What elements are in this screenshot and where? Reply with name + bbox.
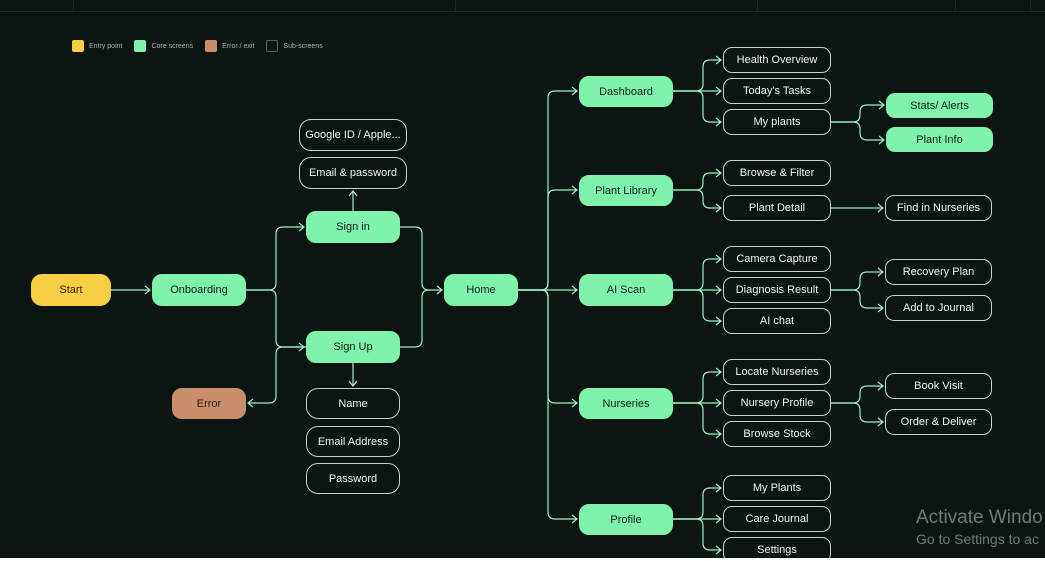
node-google-id[interactable]: Google ID / Apple... bbox=[299, 119, 407, 151]
edge-dashboard-subs bbox=[673, 90, 721, 123]
edge-nurseryprofile-third bbox=[831, 402, 883, 423]
flow-diagram-canvas: Entry point Core screens Error / exit Su… bbox=[0, 0, 1045, 558]
edge-profile-subs bbox=[673, 518, 721, 551]
legend-label: Error / exit bbox=[222, 42, 255, 50]
node-onboarding[interactable]: Onboarding bbox=[152, 274, 246, 306]
edge-signup-error bbox=[248, 346, 306, 404]
edge-diagnosis-third bbox=[831, 271, 883, 291]
node-order-deliver[interactable]: Order & Deliver bbox=[885, 409, 992, 435]
edge-dashboard-subs bbox=[673, 59, 721, 92]
node-sign-up[interactable]: Sign Up bbox=[306, 331, 400, 363]
edge-aiscan-subs bbox=[673, 258, 721, 291]
node-settings[interactable]: Settings bbox=[723, 537, 831, 558]
node-health-overview[interactable]: Health Overview bbox=[723, 47, 831, 73]
node-name[interactable]: Name bbox=[306, 388, 400, 419]
legend-swatch-sub bbox=[266, 40, 279, 52]
node-ai-scan[interactable]: AI Scan bbox=[579, 274, 673, 306]
node-my-plants-profile[interactable]: My Plants bbox=[723, 475, 831, 501]
legend-label: Entry point bbox=[89, 42, 123, 50]
legend-label: Sub-screens bbox=[283, 42, 323, 50]
activation-watermark-line2: Go to Settings to ac bbox=[916, 531, 1039, 547]
legend-item-core-screens: Core screens bbox=[134, 40, 193, 52]
node-profile[interactable]: Profile bbox=[579, 504, 673, 535]
node-email-password[interactable]: Email & password bbox=[299, 157, 407, 189]
node-diagnosis-result[interactable]: Diagnosis Result bbox=[723, 277, 831, 303]
legend-label: Core screens bbox=[151, 42, 194, 50]
edge-onboarding-auth bbox=[246, 226, 304, 291]
node-error[interactable]: Error bbox=[172, 388, 246, 419]
node-email-address[interactable]: Email Address bbox=[306, 426, 400, 457]
node-book-visit[interactable]: Book Visit bbox=[885, 373, 992, 399]
edge-profile-subs bbox=[673, 487, 721, 520]
node-password[interactable]: Password bbox=[306, 463, 400, 494]
edge-nurseryprofile-third bbox=[831, 385, 883, 404]
node-stats-alerts[interactable]: Stats/ Alerts bbox=[886, 93, 993, 118]
edge-library-subs bbox=[673, 172, 721, 191]
edge-home-core bbox=[518, 189, 577, 291]
legend-item-sub-screens: Sub-screens bbox=[266, 40, 323, 52]
edge-myplants-third bbox=[831, 121, 884, 141]
node-care-journal[interactable]: Care Journal bbox=[723, 506, 831, 532]
edge-nurseries-subs bbox=[673, 402, 721, 435]
node-camera-capture[interactable]: Camera Capture bbox=[723, 246, 831, 272]
node-find-in-nurseries[interactable]: Find in Nurseries bbox=[885, 195, 992, 221]
node-browse-filter[interactable]: Browse & Filter bbox=[723, 160, 831, 186]
edge-signin-home bbox=[400, 226, 442, 291]
node-todays-tasks[interactable]: Today's Tasks bbox=[723, 78, 831, 104]
activation-watermark-line1: Activate Windo bbox=[916, 507, 1043, 528]
edge-onboarding-auth bbox=[246, 289, 304, 348]
edge-home-core bbox=[518, 289, 577, 520]
legend: Entry point Core screens Error / exit Su… bbox=[72, 39, 335, 53]
node-nursery-profile[interactable]: Nursery Profile bbox=[723, 390, 831, 416]
node-locate-nurseries[interactable]: Locate Nurseries bbox=[723, 359, 831, 385]
edge-nurseries-subs bbox=[673, 371, 721, 404]
legend-swatch-core bbox=[134, 40, 147, 52]
node-dashboard[interactable]: Dashboard bbox=[579, 76, 673, 107]
node-plant-detail[interactable]: Plant Detail bbox=[723, 195, 831, 221]
node-start[interactable]: Start bbox=[31, 274, 111, 306]
legend-swatch-entry bbox=[72, 40, 84, 52]
edge-myplants-third bbox=[831, 104, 884, 123]
node-add-to-journal[interactable]: Add to Journal bbox=[885, 295, 992, 321]
node-browse-stock[interactable]: Browse Stock bbox=[723, 421, 831, 447]
legend-swatch-error bbox=[205, 40, 218, 52]
node-nurseries[interactable]: Nurseries bbox=[579, 388, 673, 419]
node-plant-info[interactable]: Plant Info bbox=[886, 127, 993, 152]
edge-library-subs bbox=[673, 189, 721, 209]
edge-signup-home bbox=[400, 289, 430, 348]
node-my-plants-dashboard[interactable]: My plants bbox=[723, 109, 831, 135]
edge-diagnosis-third bbox=[831, 289, 883, 309]
node-sign-in[interactable]: Sign in bbox=[306, 211, 400, 243]
node-home[interactable]: Home bbox=[444, 274, 518, 306]
legend-item-error-exit: Error / exit bbox=[205, 40, 254, 52]
edge-aiscan-subs bbox=[673, 289, 721, 322]
node-plant-library[interactable]: Plant Library bbox=[579, 175, 673, 206]
node-recovery-plan[interactable]: Recovery Plan bbox=[885, 259, 992, 285]
node-ai-chat[interactable]: AI chat bbox=[723, 308, 831, 334]
legend-item-entry-point: Entry point bbox=[72, 40, 122, 52]
